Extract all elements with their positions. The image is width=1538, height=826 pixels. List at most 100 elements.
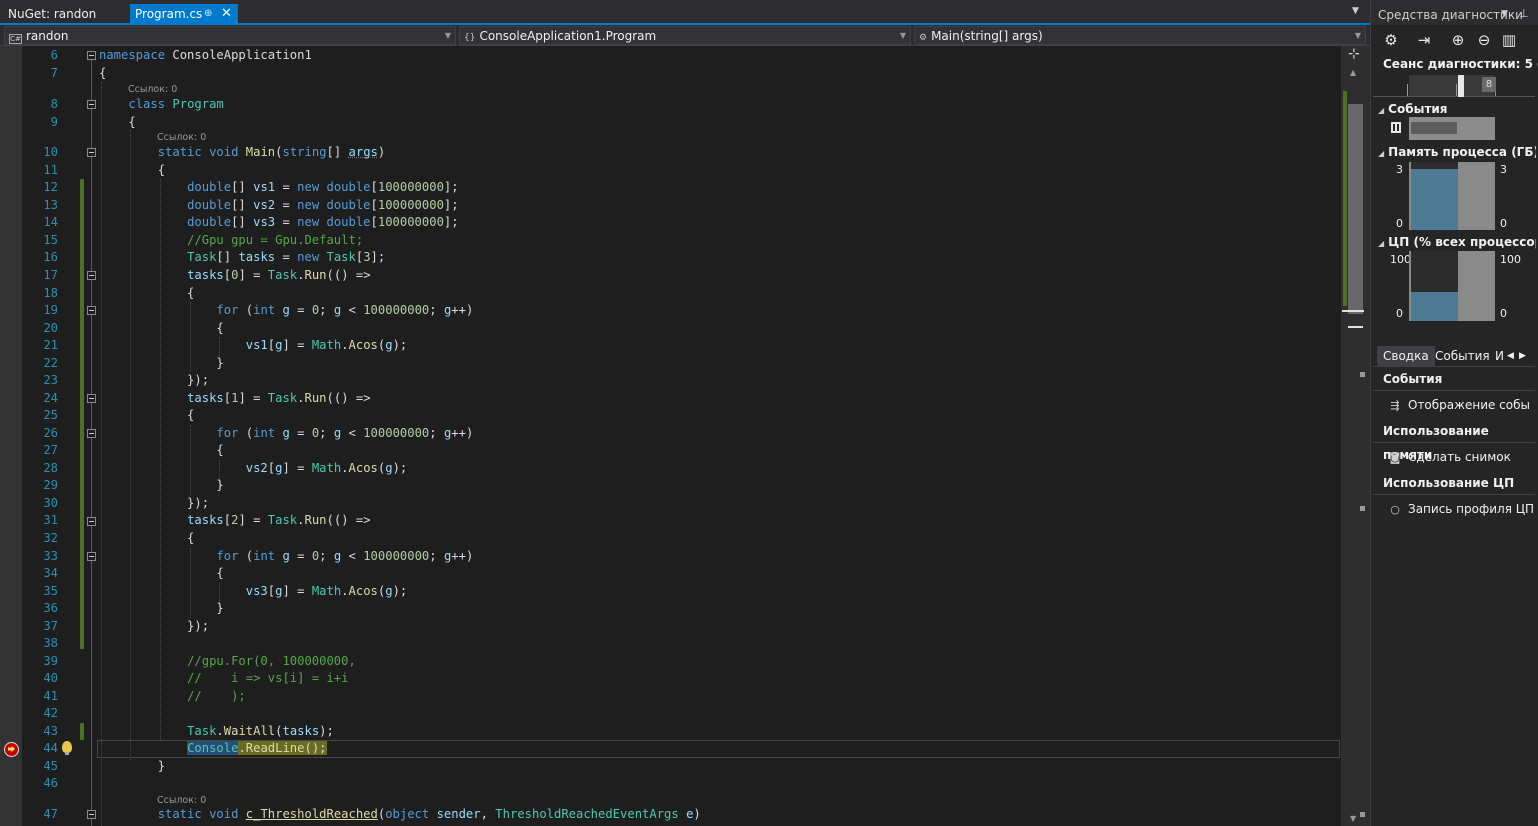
code-line[interactable]	[99, 775, 106, 792]
code-line[interactable]: });	[99, 495, 209, 512]
code-line[interactable]: {	[99, 65, 106, 82]
take-snapshot-button[interactable]: ◙ Сделать снимок	[1388, 450, 1536, 464]
code-line[interactable]: vs1[g] = Math.Acos(g);	[99, 337, 408, 354]
code-line[interactable]: });	[99, 618, 209, 635]
collapse-toggle[interactable]	[87, 810, 96, 819]
code-line[interactable]: tasks[1] = Task.Run(() =>	[99, 390, 370, 407]
code-line[interactable]: {	[99, 162, 165, 179]
code-line[interactable]: });	[99, 372, 209, 389]
editor-vertical-scrollbar[interactable]: ⊹ ▲ ▼	[1341, 46, 1370, 826]
code-line[interactable]: Task[] tasks = new Task[3];	[99, 249, 385, 266]
code-line[interactable]: tasks[0] = Task.Run(() =>	[99, 267, 370, 284]
zoom-in-icon[interactable]: ⊕	[1448, 30, 1468, 50]
line-number: 45	[43, 759, 58, 773]
code-line[interactable]	[99, 705, 106, 722]
collapse-toggle[interactable]	[87, 429, 96, 438]
code-line[interactable]: }	[99, 477, 223, 494]
code-line[interactable]: {	[99, 442, 223, 459]
code-line[interactable]: // i => vs[i] = i+i	[99, 670, 348, 687]
code-line[interactable]	[99, 635, 106, 652]
tab-scroll-right-icon[interactable]: ▶	[1513, 346, 1532, 366]
codelens-references[interactable]: Ссылок: 0	[157, 132, 206, 144]
line-number: 15	[43, 233, 58, 247]
tab-summary[interactable]: Сводка	[1377, 346, 1435, 366]
codelens-references[interactable]: Ссылок: 0	[128, 84, 177, 96]
summary-events-header: События	[1373, 367, 1535, 391]
tab-events[interactable]: События	[1429, 346, 1496, 366]
code-line[interactable]: static void Main(string[] args)	[99, 144, 386, 161]
collapse-toggle[interactable]	[87, 552, 96, 561]
code-line[interactable]: Task.WaitAll(tasks);	[99, 723, 334, 740]
code-line[interactable]: vs2[g] = Math.Acos(g);	[99, 460, 408, 477]
pin-icon[interactable]: ⊕	[204, 4, 212, 24]
scrollbar-thumb[interactable]	[1348, 104, 1363, 314]
code-line[interactable]: {	[99, 407, 194, 424]
events-track[interactable]	[1409, 117, 1495, 140]
scroll-up-arrow-icon[interactable]: ▲	[1350, 68, 1356, 77]
memory-section-header[interactable]: ◢ Память процесса (ГБ)	[1378, 145, 1536, 159]
code-line[interactable]: }	[99, 600, 223, 617]
tab-program-cs[interactable]: Program.cs ⊕ ✕	[130, 4, 238, 24]
lightbulb-icon[interactable]	[62, 741, 72, 755]
code-line[interactable]: {	[99, 285, 194, 302]
code-line[interactable]: for (int g = 0; g < 100000000; g++)	[99, 302, 473, 319]
show-events-link[interactable]: ⇶ Отображение собы	[1388, 398, 1536, 412]
events-section-title: События	[1388, 102, 1448, 116]
breakpoint-current-statement-icon[interactable]	[4, 742, 19, 757]
collapse-toggle[interactable]	[87, 271, 96, 280]
export-icon[interactable]: ⇥	[1414, 30, 1434, 50]
code-line[interactable]: }	[99, 355, 223, 372]
code-line[interactable]: //gpu.For(0, 100000000,	[99, 653, 356, 670]
tab-overflow-chevron-down-icon[interactable]: ▼	[1352, 6, 1359, 16]
line-number: 16	[43, 250, 58, 264]
events-section-header[interactable]: ◢ События	[1378, 102, 1536, 116]
panel-pin-icon[interactable]: ⊥	[1519, 7, 1529, 20]
code-line[interactable]: class Program	[99, 96, 223, 113]
collapse-toggle[interactable]	[87, 306, 96, 315]
current-code-line[interactable]: Console.ReadLine();	[99, 740, 327, 757]
code-line[interactable]: static void c_ThresholdReached(object se…	[99, 806, 701, 823]
take-snapshot-label: Сделать снимок	[1408, 450, 1511, 464]
memory-usage-area	[1411, 169, 1458, 230]
class-dropdown[interactable]: {} ConsoleApplication1.Program ▼	[459, 26, 911, 45]
code-line[interactable]: for (int g = 0; g < 100000000; g++)	[99, 425, 473, 442]
reset-zoom-icon[interactable]: ▥	[1499, 30, 1519, 50]
code-line[interactable]: // );	[99, 688, 246, 705]
zoom-out-icon[interactable]: ⊖	[1474, 30, 1494, 50]
code-line[interactable]: {	[99, 530, 194, 547]
cpu-section-header[interactable]: ◢ЦП (% всех процессор...	[1378, 235, 1536, 249]
record-cpu-profile-button[interactable]: ○ Запись профиля ЦП	[1388, 502, 1536, 516]
member-dropdown[interactable]: ⚙ Main(string[] args) ▼	[914, 26, 1366, 45]
code-line[interactable]: {	[99, 320, 223, 337]
settings-gear-icon[interactable]: ⚙	[1381, 30, 1401, 50]
code-line[interactable]: double[] vs3 = new double[100000000];	[99, 214, 459, 231]
collapse-toggle[interactable]	[87, 51, 96, 60]
code-line[interactable]: //Gpu gpu = Gpu.Default;	[99, 232, 363, 249]
collapse-toggle[interactable]	[87, 517, 96, 526]
code-line[interactable]: vs3[g] = Math.Acos(g);	[99, 583, 408, 600]
code-line[interactable]: {	[99, 114, 135, 131]
code-line[interactable]: namespace ConsoleApplication1	[99, 47, 312, 64]
tab-nuget-randon[interactable]: NuGet: randon	[0, 4, 126, 24]
timeline-ruler[interactable]	[1373, 75, 1535, 97]
code-line[interactable]: double[] vs2 = new double[100000000];	[99, 197, 459, 214]
code-editor[interactable]: 6 7 8 9 10 11 12 13 14 15 16 17 18 19 20…	[0, 46, 1341, 826]
collapse-toggle[interactable]	[87, 100, 96, 109]
diagnostic-tools-panel: Средства диагностики ▼ ⊥ ⚙ ⇥ ⊕ ⊖ ▥ Сеанс…	[1370, 0, 1538, 826]
cpu-graph[interactable]	[1409, 251, 1495, 321]
close-icon[interactable]: ✕	[221, 4, 232, 24]
collapse-toggle[interactable]	[87, 394, 96, 403]
code-line[interactable]: tasks[2] = Task.Run(() =>	[99, 512, 370, 529]
glyph-margin[interactable]	[0, 46, 22, 826]
code-line[interactable]: }	[99, 758, 165, 775]
collapse-toggle[interactable]	[87, 148, 96, 157]
project-dropdown[interactable]: C# randon ▼	[4, 26, 456, 45]
code-line[interactable]: double[] vs1 = new double[100000000];	[99, 179, 459, 196]
memory-graph[interactable]	[1409, 162, 1495, 230]
panel-menu-chevron-down-icon[interactable]: ▼	[1501, 9, 1508, 19]
scroll-down-arrow-icon[interactable]: ▼	[1350, 814, 1356, 823]
line-number: 42	[43, 706, 58, 720]
code-line[interactable]: for (int g = 0; g < 100000000; g++)	[99, 548, 473, 565]
code-line[interactable]: {	[99, 565, 223, 582]
split-window-icon[interactable]: ⊹	[1348, 47, 1360, 61]
